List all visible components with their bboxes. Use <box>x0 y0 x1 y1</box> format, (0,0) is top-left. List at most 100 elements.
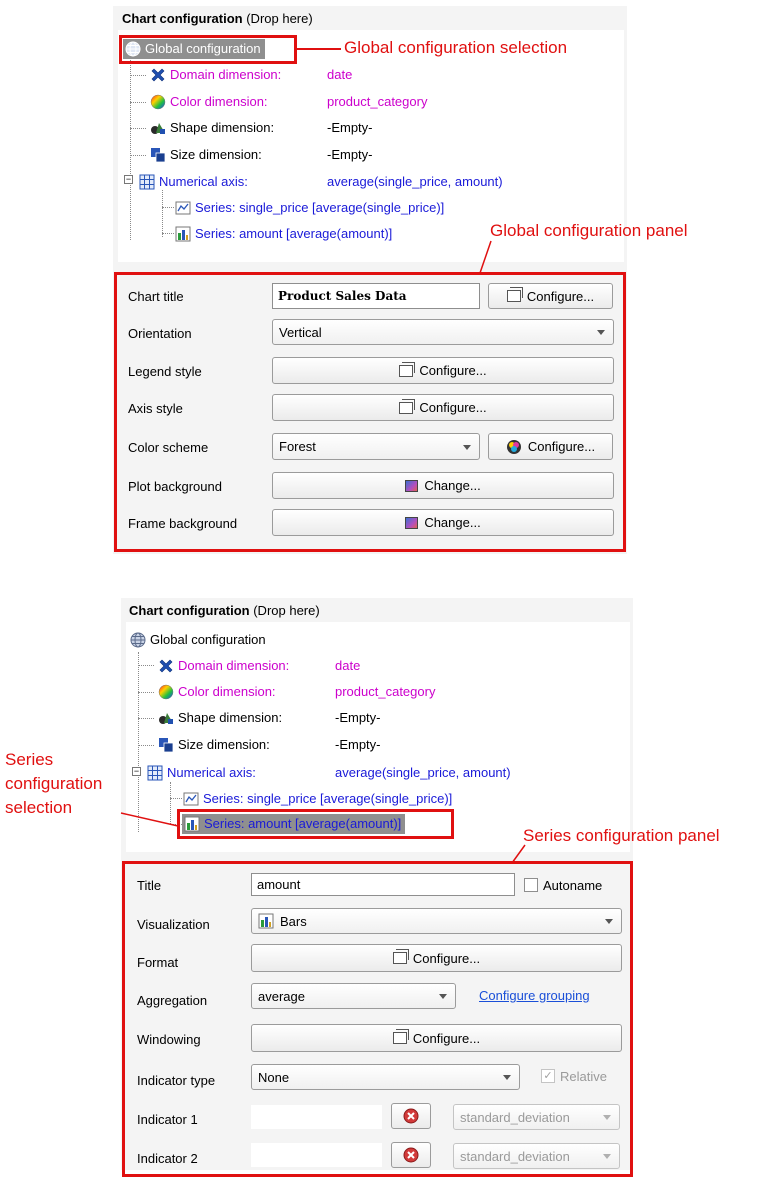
format-configure-button[interactable]: Configure... <box>251 944 622 972</box>
size-squares-icon <box>158 737 174 753</box>
tree-node-series-single-price[interactable]: Series: single_price [average(single_pri… <box>183 789 452 809</box>
tree-node-label: Series: amount [average(amount)] <box>195 226 393 241</box>
tree-node-size-dimension[interactable]: Size dimension: -Empty- <box>150 145 590 165</box>
annotation-pointer <box>478 240 492 274</box>
tree-node-label: Size dimension: <box>170 147 262 162</box>
color-circles-icon <box>506 439 522 455</box>
orientation-select[interactable]: Vertical <box>272 319 614 345</box>
tree-node-numerical-axis[interactable]: Numerical axis: average(single_price, am… <box>147 763 607 783</box>
annotation-pointer <box>120 812 180 828</box>
tree-node-value: -Empty- <box>327 120 373 135</box>
tree-node-series-single-price[interactable]: Series: single_price [average(single_pri… <box>175 198 444 218</box>
indicator2-input[interactable] <box>251 1143 382 1167</box>
select-value: standard_deviation <box>460 1148 570 1164</box>
indicator1-input[interactable] <box>251 1105 382 1129</box>
tree-node-color-dimension[interactable]: Color dimension: product_category <box>158 682 598 702</box>
configure-grouping-link[interactable]: Configure grouping <box>479 988 590 1003</box>
tree-node-global-configuration[interactable]: Global configuration <box>130 630 266 650</box>
color-swatch-icon <box>405 479 419 492</box>
remove-icon <box>403 1147 419 1163</box>
window-icon <box>392 1029 409 1044</box>
chart-title-label: Chart title <box>128 289 184 304</box>
relative-label: Relative <box>560 1069 607 1084</box>
button-label: Change... <box>424 515 481 530</box>
window-icon <box>392 949 409 964</box>
tree-node-series-amount[interactable]: Series: amount [average(amount)] <box>175 224 392 244</box>
chart-title-configure-button[interactable]: Configure... <box>488 283 613 309</box>
select-value: Vertical <box>279 324 322 340</box>
chart-title-input[interactable]: Product Sales Data <box>272 283 480 309</box>
tree-node-value: date <box>327 67 353 82</box>
tree-node-value: product_category <box>335 684 436 699</box>
tree-node-label: Series: amount [average(amount)] <box>204 816 402 831</box>
tree-node-value: -Empty- <box>335 710 381 725</box>
legend-style-label: Legend style <box>128 364 202 379</box>
color-scheme-configure-button[interactable]: Configure... <box>488 433 613 460</box>
indicator-type-select[interactable]: None <box>251 1064 520 1090</box>
legend-style-configure-button[interactable]: Configure... <box>272 357 614 384</box>
annotation-global-selection: Global configuration selection <box>344 38 568 57</box>
visualization-select[interactable]: Bars <box>251 908 622 934</box>
tree-node-value: date <box>335 658 361 673</box>
orientation-label: Orientation <box>128 326 192 341</box>
button-label: Configure... <box>419 400 487 415</box>
tree-connector <box>130 102 146 103</box>
collapse-toggle[interactable]: − <box>124 175 133 184</box>
frame-background-change-button[interactable]: Change... <box>272 509 614 536</box>
series-title-input[interactable]: amount <box>251 873 515 896</box>
tree-node-label: Shape dimension: <box>170 120 275 135</box>
tree-node-value: average(single_price, amount) <box>327 174 503 189</box>
tree-node-value: average(single_price, amount) <box>335 765 511 780</box>
tree-node-shape-dimension[interactable]: Shape dimension: -Empty- <box>158 708 598 728</box>
tree-connector <box>138 652 139 832</box>
button-label: Configure... <box>412 950 481 966</box>
tree-node-domain-dimension[interactable]: Domain dimension: date <box>158 656 598 676</box>
bar-series-icon <box>175 226 191 242</box>
window-icon <box>399 361 416 377</box>
tree-node-numerical-axis[interactable]: Numerical axis: average(single_price, am… <box>139 172 599 192</box>
tree-node-label: Color dimension: <box>178 684 276 699</box>
color-scheme-select[interactable]: Forest <box>272 433 480 460</box>
tree-node-label: Numerical axis: <box>159 174 248 189</box>
line-series-icon <box>175 200 191 216</box>
aggregation-select[interactable]: average <box>251 983 456 1009</box>
size-squares-icon <box>150 147 166 163</box>
tree-node-shape-dimension[interactable]: Shape dimension: -Empty- <box>150 118 590 138</box>
chevron-down-icon <box>603 1154 611 1159</box>
format-label: Format <box>137 955 179 970</box>
button-label: Configure... <box>419 363 487 378</box>
select-value: standard_deviation <box>460 1109 570 1125</box>
tree-node-label: Shape dimension: <box>178 710 283 725</box>
tree-node-series-amount[interactable]: Series: amount [average(amount)] <box>182 814 406 834</box>
tree-node-color-dimension[interactable]: Color dimension: product_category <box>150 92 590 112</box>
collapse-toggle[interactable]: − <box>132 767 141 776</box>
axis-style-configure-button[interactable]: Configure... <box>272 394 614 421</box>
chevron-down-icon <box>603 1115 611 1120</box>
indicator2-clear-button[interactable] <box>391 1142 431 1168</box>
indicator1-label: Indicator 1 <box>137 1112 198 1127</box>
header-title: Chart configuration <box>129 603 250 618</box>
autoname-checkbox[interactable] <box>524 878 538 892</box>
color-scheme-label: Color scheme <box>128 440 209 455</box>
top-chart-config-header: Chart configuration (Drop here) <box>122 11 313 26</box>
aggregation-label: Aggregation <box>137 993 208 1008</box>
tree-node-global-configuration[interactable]: Global configuration <box>123 39 265 59</box>
indicator2-select: standard_deviation <box>453 1143 620 1169</box>
indicator1-clear-button[interactable] <box>391 1103 431 1129</box>
domain-x-icon <box>150 67 166 83</box>
windowing-configure-button[interactable]: Configure... <box>251 1024 622 1052</box>
plot-background-change-button[interactable]: Change... <box>272 472 614 499</box>
tree-node-domain-dimension[interactable]: Domain dimension: date <box>150 65 590 85</box>
globe-icon <box>125 41 141 57</box>
select-value: Forest <box>279 439 316 454</box>
tree-node-size-dimension[interactable]: Size dimension: -Empty- <box>158 735 598 755</box>
button-label: Change... <box>424 478 481 493</box>
tree-connector <box>138 665 154 666</box>
tree-node-label: Series: single_price [average(single_pri… <box>195 200 445 215</box>
color-wheel-icon <box>150 94 166 110</box>
relative-checkbox: ✓ <box>541 1069 555 1083</box>
tree-node-value: -Empty- <box>327 147 373 162</box>
remove-icon <box>403 1108 419 1124</box>
annotation-global-panel: Global configuration panel <box>490 221 688 240</box>
shapes-icon <box>158 710 174 726</box>
